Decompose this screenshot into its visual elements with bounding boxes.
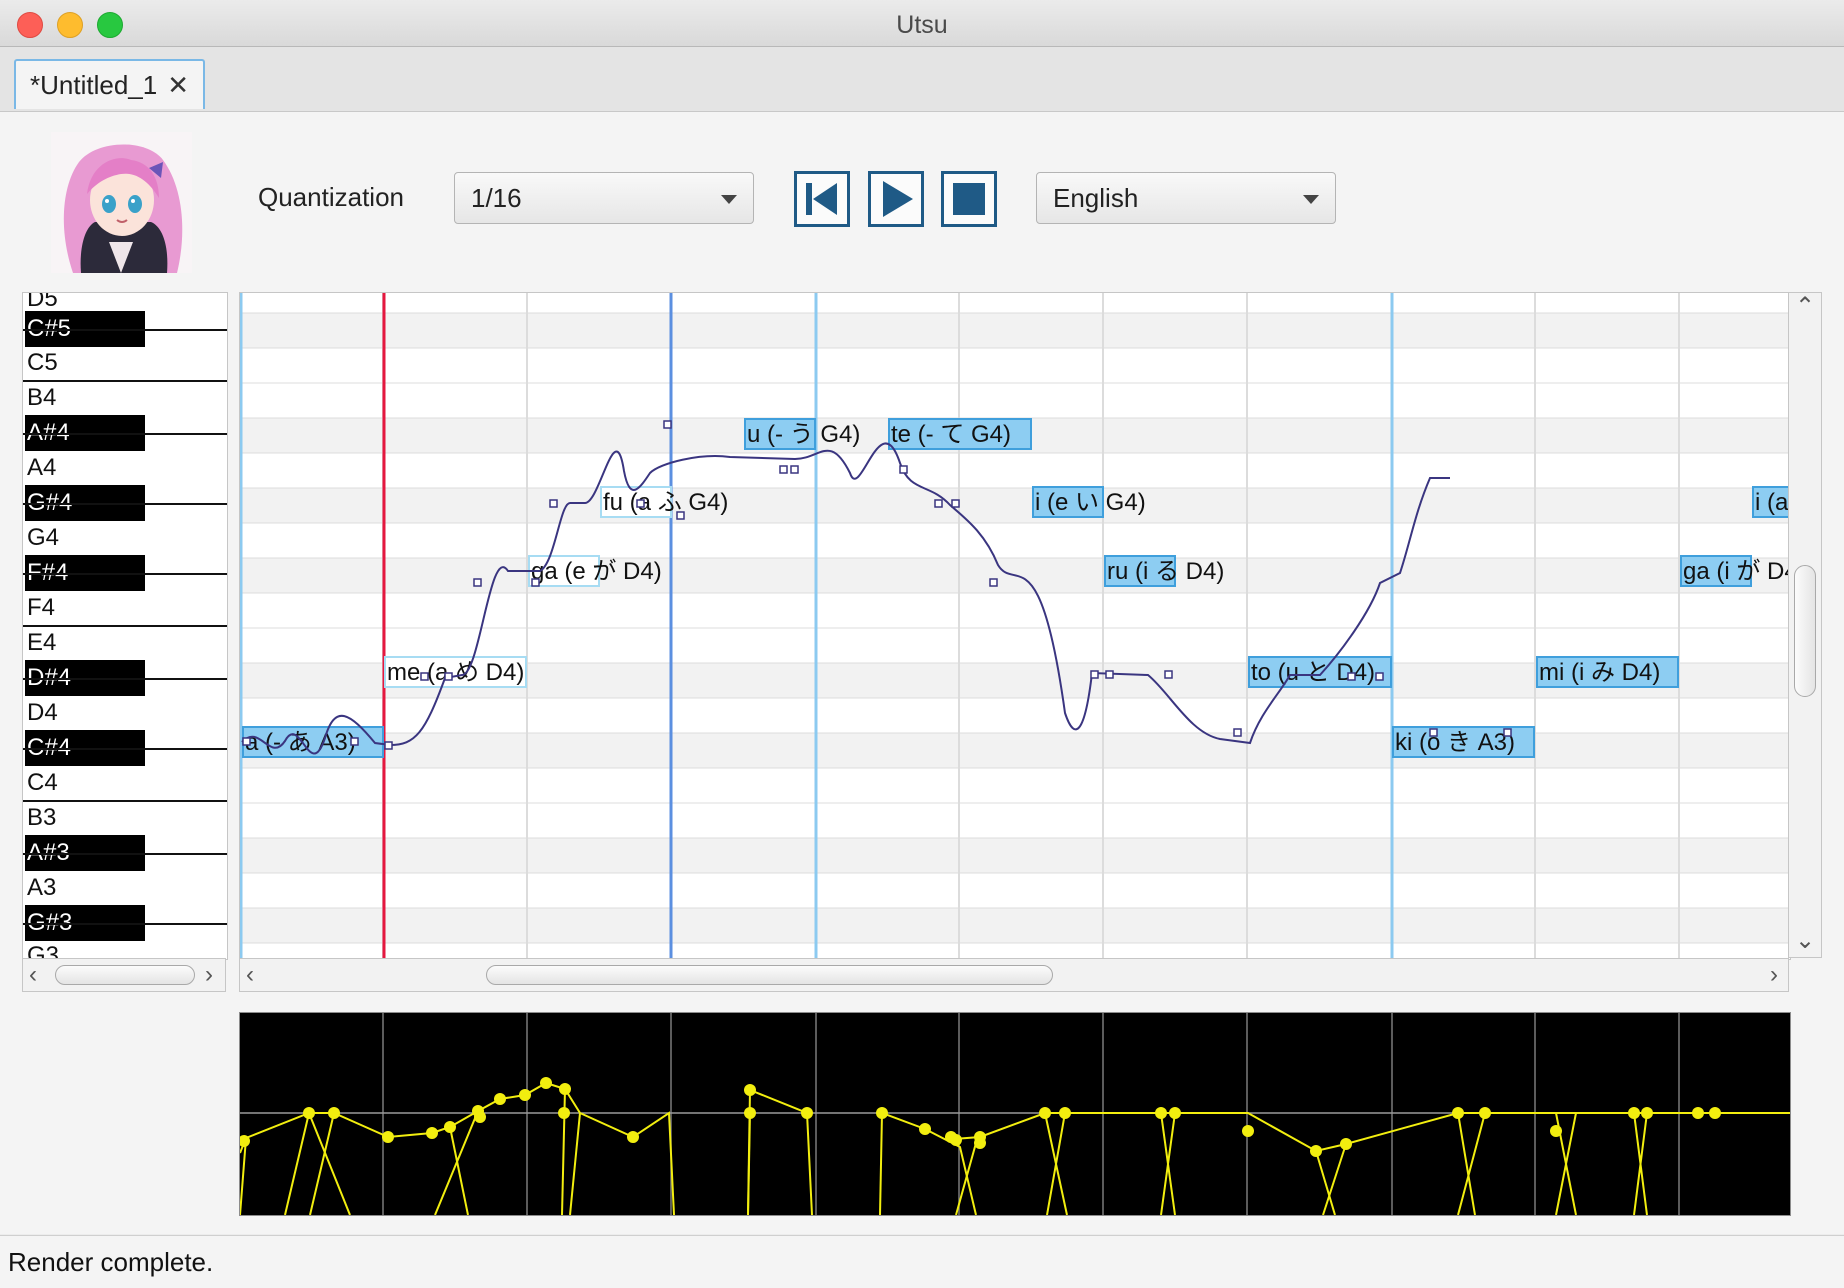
stop-button[interactable] bbox=[941, 171, 997, 227]
language-select[interactable]: English bbox=[1036, 172, 1336, 224]
note-i[interactable]: i (e い G4) bbox=[1032, 486, 1146, 518]
key-divider bbox=[23, 678, 227, 680]
note-fu[interactable]: fu (a ふ G4) bbox=[600, 486, 728, 518]
skip-back-icon bbox=[806, 183, 837, 215]
scroll-right-icon[interactable]: › bbox=[1770, 963, 1778, 987]
note-ki[interactable]: ki (o き A3) bbox=[1392, 726, 1535, 758]
key-divider bbox=[23, 573, 227, 575]
piano-key-d4[interactable]: D4 bbox=[25, 695, 58, 731]
note-to[interactable]: to (u と D4) bbox=[1248, 656, 1392, 688]
scroll-up-icon[interactable]: ⌃ bbox=[1795, 295, 1815, 319]
scrollbar-thumb[interactable] bbox=[486, 965, 1053, 985]
key-divider bbox=[23, 433, 227, 435]
note-a[interactable]: a (- あ A3) bbox=[242, 726, 384, 758]
key-divider bbox=[23, 923, 227, 925]
piano-roll-vertical-scrollbar[interactable]: ⌃ ⌄ bbox=[1788, 292, 1822, 958]
window-title: Utsu bbox=[896, 11, 948, 39]
language-value: English bbox=[1053, 182, 1139, 213]
piano-roll-horizontal-scrollbar[interactable]: ‹ › bbox=[239, 958, 1789, 992]
note-ga[interactable]: ga (e が D4) bbox=[528, 555, 662, 587]
piano-key-g3[interactable]: G3 bbox=[25, 938, 59, 959]
status-bar: Render complete. bbox=[0, 1235, 1844, 1288]
scroll-left-icon[interactable]: ‹ bbox=[29, 963, 37, 987]
tab-strip: *Untitled_1 ✕ bbox=[0, 47, 1844, 112]
piano-key-b4[interactable]: B4 bbox=[25, 380, 56, 416]
singer-portrait-image bbox=[51, 132, 192, 273]
note-ru[interactable]: ru (i る D4) bbox=[1104, 555, 1224, 587]
piano-key-b3[interactable]: B3 bbox=[25, 800, 56, 836]
stop-icon bbox=[953, 183, 985, 215]
grid-background bbox=[240, 293, 1790, 959]
scroll-left-icon[interactable]: ‹ bbox=[246, 963, 254, 987]
key-divider bbox=[23, 329, 227, 331]
note-me[interactable]: me (a め D4) bbox=[384, 656, 527, 688]
key-divider bbox=[23, 853, 227, 855]
piano-key-f4[interactable]: F4 bbox=[25, 590, 55, 626]
note-i-2[interactable]: i (a bbox=[1752, 486, 1790, 518]
chevron-down-icon bbox=[721, 195, 737, 204]
note-te[interactable]: te (- て G4) bbox=[888, 418, 1032, 450]
app-window: Utsu *Untitled_1 ✕ Quantization 1/16 Eng… bbox=[0, 0, 1844, 1288]
status-text: Render complete. bbox=[8, 1247, 214, 1277]
key-divider bbox=[23, 748, 227, 750]
piano-roll-grid[interactable]: a (- あ A3) me (a め D4) ga (e が D4) fu (a… bbox=[239, 292, 1791, 960]
piano-key-c4[interactable]: C4 bbox=[25, 765, 58, 801]
key-divider bbox=[23, 503, 227, 505]
quantization-value: 1/16 bbox=[471, 182, 522, 213]
note-u[interactable]: u (- う G4) bbox=[744, 418, 860, 450]
title-bar: Utsu bbox=[0, 0, 1844, 47]
envelope-editor[interactable] bbox=[239, 1012, 1791, 1216]
piano-key-g4[interactable]: G4 bbox=[25, 520, 59, 556]
piano-horizontal-scrollbar[interactable]: ‹ › bbox=[22, 958, 226, 992]
note-mi[interactable]: mi (i み D4) bbox=[1536, 656, 1679, 688]
note-ga-2[interactable]: ga (i が D4) bbox=[1680, 555, 1790, 587]
piano-key-a4[interactable]: A4 bbox=[25, 450, 56, 486]
tab-untitled-1[interactable]: *Untitled_1 ✕ bbox=[14, 59, 205, 109]
play-button[interactable] bbox=[868, 171, 924, 227]
rewind-button[interactable] bbox=[794, 171, 850, 227]
tab-close-icon[interactable]: ✕ bbox=[167, 70, 189, 101]
singer-avatar[interactable] bbox=[51, 132, 192, 273]
piano-key-c5[interactable]: C5 bbox=[25, 345, 58, 381]
quantization-select[interactable]: 1/16 bbox=[454, 172, 754, 224]
play-icon bbox=[883, 181, 913, 217]
quantization-label: Quantization bbox=[258, 182, 404, 212]
envelope-graph bbox=[240, 1013, 1790, 1215]
scroll-down-icon[interactable]: ⌄ bbox=[1795, 929, 1815, 953]
piano-key-a3[interactable]: A3 bbox=[25, 870, 56, 906]
tab-label: *Untitled_1 bbox=[30, 69, 158, 100]
scrollbar-thumb[interactable] bbox=[1794, 565, 1816, 697]
scroll-right-icon[interactable]: › bbox=[205, 963, 213, 987]
piano-key-e4[interactable]: E4 bbox=[25, 625, 56, 661]
piano-keyboard: D5 C#5 C5 B4 A#4 A4 G#4 G4 F#4 F4 E4 D#4… bbox=[22, 292, 228, 960]
chevron-down-icon bbox=[1303, 195, 1319, 204]
scrollbar-thumb[interactable] bbox=[55, 965, 195, 985]
